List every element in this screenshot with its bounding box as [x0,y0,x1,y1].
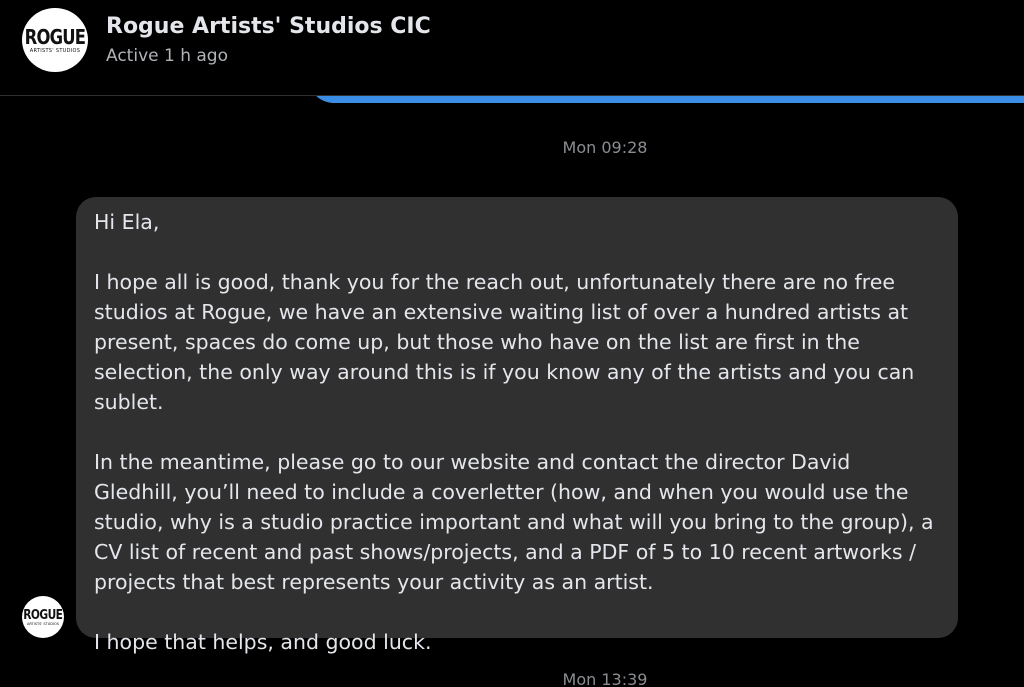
contact-avatar[interactable]: ROGUE ARTISTS' STUDIOS [22,8,88,72]
contact-name[interactable]: Rogue Artists' Studios CIC [106,14,431,39]
received-message-bubble[interactable]: Hi Ela, I hope all is good, thank you fo… [76,197,958,654]
sender-avatar[interactable]: ROGUE ARTISTS' STUDIOS [22,596,64,638]
message-paragraph: Hi Ela, [94,210,160,234]
message-paragraph: I hope that helps, and good luck. [94,630,432,654]
message-paragraph: In the meantime, please go to our websit… [94,450,934,594]
message-timestamp: Mon 09:28 [562,138,648,157]
conversation-header: ROGUE ARTISTS' STUDIOS Rogue Artists' St… [0,0,1024,96]
avatar-logo-text: ROGUE [24,24,86,49]
message-paragraph: I hope all is good, thank you for the re… [94,270,915,414]
messenger-window: ROGUE ARTISTS' STUDIOS Rogue Artists' St… [0,0,1024,687]
active-status: Active 1 h ago [106,46,228,66]
message-timestamp: Mon 13:39 [562,670,648,687]
sender-avatar-text: ROGUE [23,607,63,623]
